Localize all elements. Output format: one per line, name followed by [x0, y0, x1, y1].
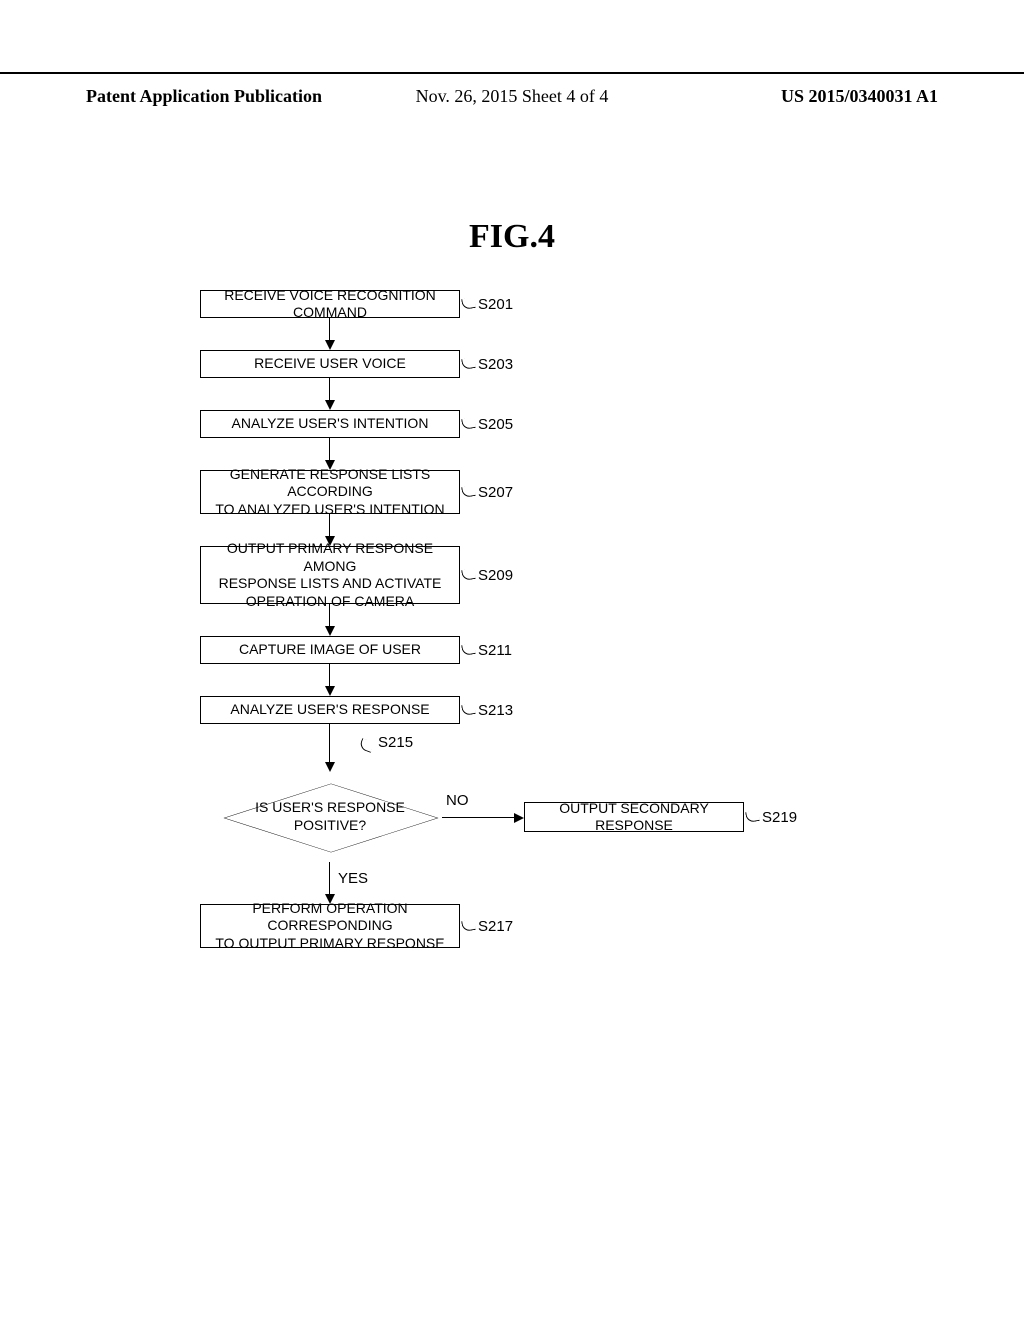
leader-s213 [461, 703, 476, 716]
step-s217-box: PERFORM OPERATION CORRESPONDING TO OUTPU… [200, 904, 460, 948]
label-s213: S213 [478, 702, 513, 719]
leader-s209 [461, 568, 476, 581]
label-s207: S207 [478, 484, 513, 501]
top-rule [0, 72, 1024, 74]
arrow-s213-s215-line [329, 724, 330, 764]
label-s205: S205 [478, 416, 513, 433]
label-s215: S215 [378, 734, 413, 751]
leader-s217 [461, 919, 476, 932]
label-s201: S201 [478, 296, 513, 313]
arrow-s207-s209-line [329, 514, 330, 538]
arrow-s211-s213-line [329, 664, 330, 688]
decision-s215: IS USER'S RESPONSE POSITIVE? [180, 772, 480, 862]
figure-title: FIG.4 [469, 218, 555, 256]
arrow-no-line [442, 817, 516, 818]
leader-s203 [461, 357, 476, 370]
decision-s215-text: IS USER'S RESPONSE POSITIVE? [180, 799, 480, 834]
page-root: Patent Application Publication Nov. 26, … [0, 0, 1024, 1320]
decision-yes-label: YES [338, 870, 368, 887]
arrow-s201-s203-line [329, 318, 330, 342]
label-s203: S203 [478, 356, 513, 373]
label-s209: S209 [478, 567, 513, 584]
step-s209-box: OUTPUT PRIMARY RESPONSE AMONG RESPONSE L… [200, 546, 460, 604]
arrow-s209-s211-line [329, 604, 330, 628]
leader-s207 [461, 485, 476, 498]
arrow-s203-s205-head [325, 400, 335, 410]
step-s211-box: CAPTURE IMAGE OF USER [200, 636, 460, 664]
label-s219: S219 [762, 809, 797, 826]
leader-s219 [745, 810, 760, 823]
arrow-yes-line [329, 862, 330, 896]
arrow-s205-s207-line [329, 438, 330, 462]
step-s201-box: RECEIVE VOICE RECOGNITION COMMAND [200, 290, 460, 318]
arrow-s213-s215-head [325, 762, 335, 772]
header-row: Patent Application Publication Nov. 26, … [0, 86, 1024, 107]
arrow-s203-s205-line [329, 378, 330, 402]
header-left: Patent Application Publication [86, 86, 322, 107]
step-s203-box: RECEIVE USER VOICE [200, 350, 460, 378]
step-s219-box: OUTPUT SECONDARY RESPONSE [524, 802, 744, 832]
leader-s205 [461, 417, 476, 430]
leader-s211 [461, 643, 476, 656]
header-right: US 2015/0340031 A1 [781, 86, 938, 107]
leader-s215 [359, 738, 375, 753]
arrow-s211-s213-head [325, 686, 335, 696]
arrow-s209-s211-head [325, 626, 335, 636]
step-s205-box: ANALYZE USER'S INTENTION [200, 410, 460, 438]
step-s207-box: GENERATE RESPONSE LISTS ACCORDING TO ANA… [200, 470, 460, 514]
label-s217: S217 [478, 918, 513, 935]
decision-no-label: NO [446, 792, 469, 809]
leader-s201 [461, 297, 476, 310]
arrow-no-head [514, 813, 524, 823]
header-center: Nov. 26, 2015 Sheet 4 of 4 [416, 86, 609, 107]
step-s213-box: ANALYZE USER'S RESPONSE [200, 696, 460, 724]
arrow-s201-s203-head [325, 340, 335, 350]
label-s211: S211 [478, 642, 512, 659]
